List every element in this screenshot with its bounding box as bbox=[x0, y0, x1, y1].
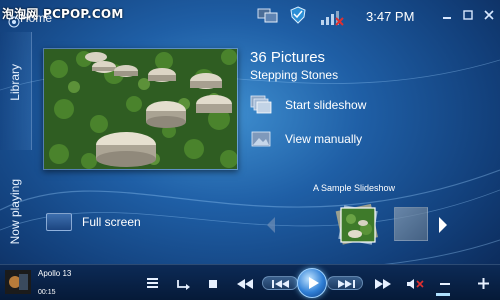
now-playing-title: Apollo 13 bbox=[38, 269, 72, 278]
full-screen-button[interactable]: Full screen bbox=[46, 210, 166, 234]
picture-count-title: 36 Pictures bbox=[250, 49, 326, 66]
playlist-icon[interactable] bbox=[146, 277, 159, 289]
view-manually-label: View manually bbox=[285, 132, 363, 146]
transport-bar: Apollo 13 00:15 bbox=[0, 264, 500, 300]
tab-library[interactable]: Library bbox=[0, 32, 32, 150]
minimize-icon bbox=[443, 17, 451, 19]
home-label[interactable]: Home bbox=[20, 11, 52, 25]
slideshow-thumbnail-next[interactable] bbox=[394, 207, 428, 241]
shield-icon[interactable] bbox=[290, 6, 306, 24]
next-icon bbox=[338, 280, 355, 288]
now-playing-art bbox=[5, 270, 31, 294]
previous-icon bbox=[272, 280, 289, 288]
fast-forward-icon[interactable] bbox=[374, 279, 392, 289]
clock: 3:47 PM bbox=[366, 9, 415, 24]
tab-now-playing-label: Now playing bbox=[8, 179, 22, 245]
tab-library-label: Library bbox=[8, 64, 22, 101]
restore-icon bbox=[463, 10, 473, 20]
chevron-left-icon[interactable] bbox=[265, 216, 277, 234]
mute-icon[interactable] bbox=[406, 278, 424, 290]
volume-level-indicator bbox=[436, 293, 450, 296]
restore-button[interactable] bbox=[461, 8, 475, 22]
now-playing-thumbnail[interactable] bbox=[5, 270, 31, 294]
album-cover-photo[interactable] bbox=[43, 48, 238, 170]
start-slideshow-button[interactable]: Start slideshow bbox=[250, 93, 450, 117]
volume-up-icon[interactable] bbox=[478, 278, 489, 289]
picture-icon bbox=[251, 131, 271, 147]
repeat-icon[interactable] bbox=[176, 279, 192, 291]
view-manually-button[interactable]: View manually bbox=[250, 127, 450, 151]
album-title: Stepping Stones bbox=[250, 68, 339, 82]
next-button[interactable] bbox=[327, 276, 363, 290]
play-button[interactable] bbox=[297, 268, 327, 298]
slideshow-thumbnail-selected[interactable] bbox=[333, 201, 383, 249]
volume-down-icon[interactable] bbox=[440, 282, 450, 286]
close-icon bbox=[484, 10, 494, 20]
windows-orb-icon[interactable] bbox=[8, 16, 20, 28]
start-slideshow-label: Start slideshow bbox=[285, 98, 367, 112]
stop-icon[interactable] bbox=[208, 279, 218, 289]
stepping-stones-image bbox=[44, 49, 237, 169]
top-bar: 泡泡网 PCPOP.COM Home 3:47 PM bbox=[0, 0, 500, 34]
previous-button[interactable] bbox=[262, 276, 298, 290]
chevron-right-icon[interactable] bbox=[437, 216, 449, 234]
slideshow-caption: A Sample Slideshow bbox=[313, 183, 396, 193]
slideshow-thumbnail-image bbox=[335, 203, 378, 245]
play-icon bbox=[309, 277, 319, 289]
slideshow-icon bbox=[250, 95, 272, 114]
elapsed-time: 00:15 bbox=[38, 289, 56, 296]
tab-now-playing[interactable]: Now playing bbox=[0, 157, 32, 279]
signal-muted-icon[interactable] bbox=[320, 8, 344, 26]
full-screen-label: Full screen bbox=[82, 215, 141, 229]
minimize-button[interactable] bbox=[440, 8, 454, 22]
close-button[interactable] bbox=[482, 8, 496, 22]
full-screen-icon bbox=[46, 213, 72, 231]
rewind-icon[interactable] bbox=[236, 279, 254, 289]
side-tabs: Library Now playing bbox=[0, 32, 34, 264]
network-icon[interactable] bbox=[257, 6, 279, 24]
